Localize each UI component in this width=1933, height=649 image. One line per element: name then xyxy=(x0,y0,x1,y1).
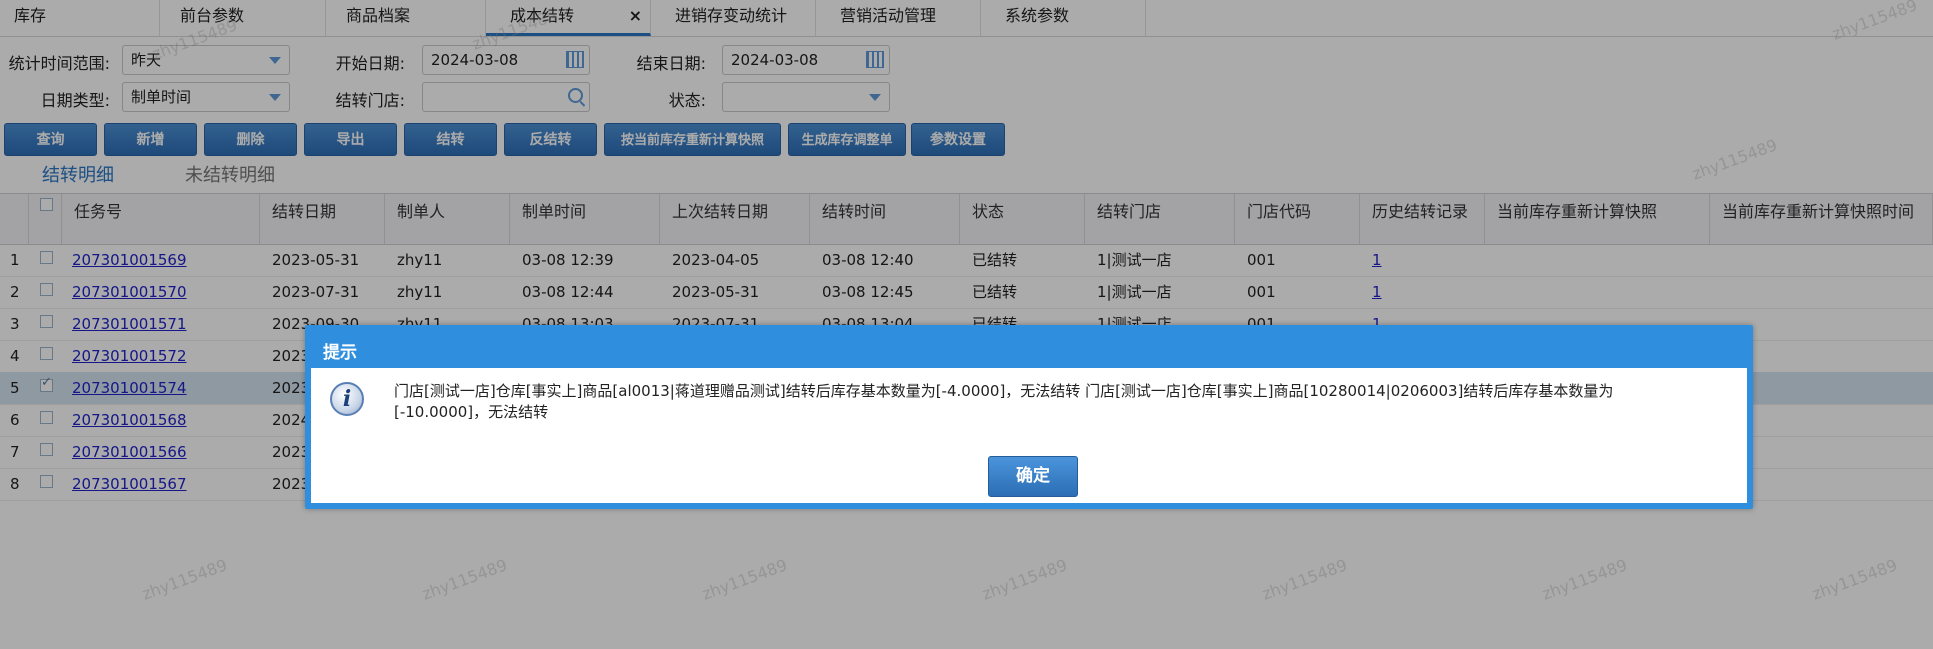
info-icon: i xyxy=(330,382,364,416)
dialog-body: i 门店[测试一店]仓库[事实上]商品[al0013|蒋道理赠品测试]结转后库存… xyxy=(311,368,1747,503)
dialog-title: 提示 xyxy=(323,343,357,363)
ok-button[interactable]: 确定 xyxy=(988,456,1078,497)
alert-dialog: 提示 i 门店[测试一店]仓库[事实上]商品[al0013|蒋道理赠品测试]结转… xyxy=(305,325,1753,509)
dialog-message: 门店[测试一店]仓库[事实上]商品[al0013|蒋道理赠品测试]结转后库存基本… xyxy=(394,382,1614,421)
